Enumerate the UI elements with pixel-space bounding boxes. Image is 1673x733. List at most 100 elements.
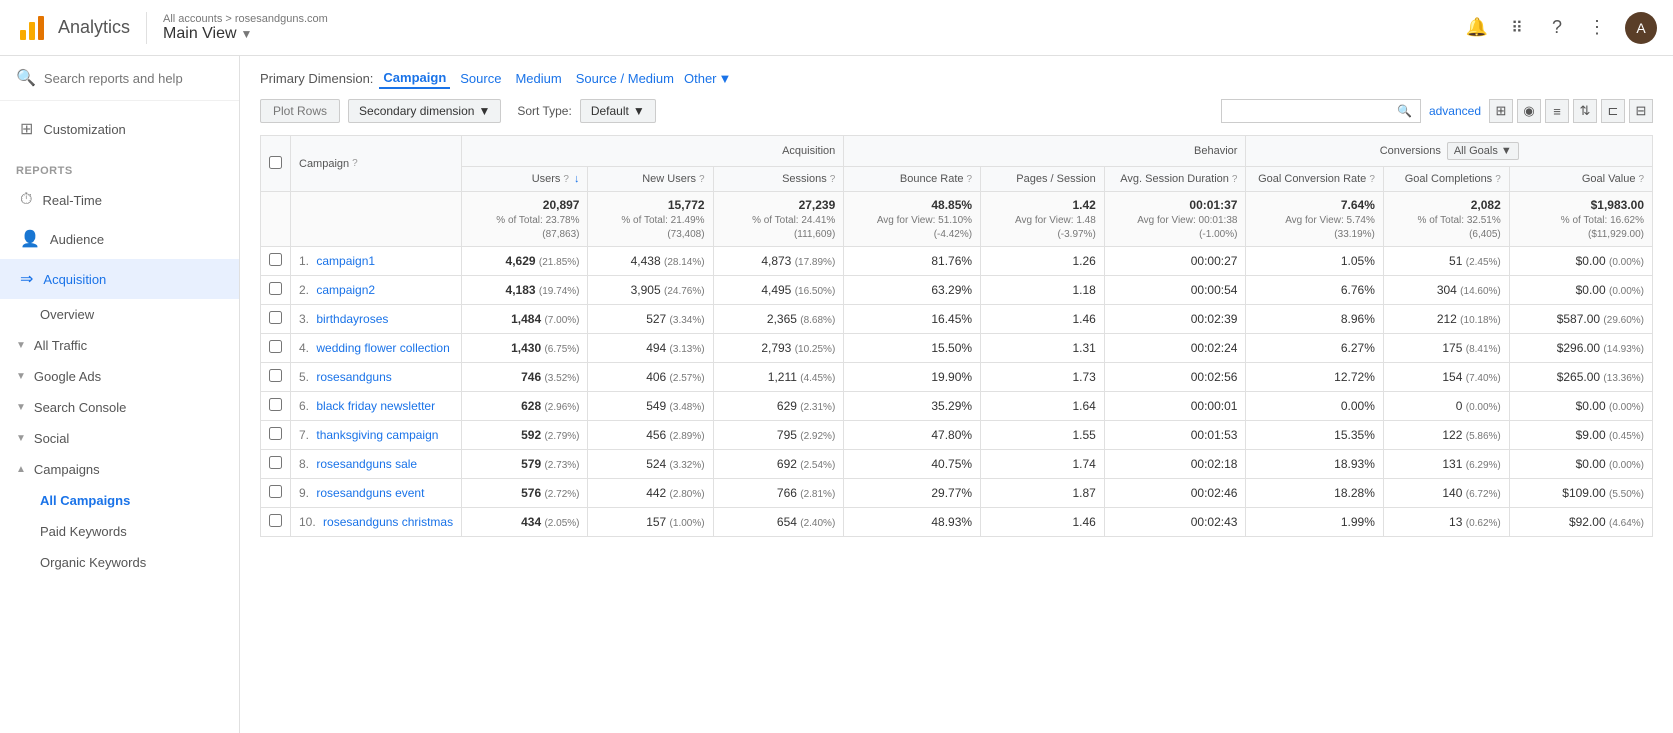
sidebar-parent-social[interactable]: ▼ Social [0, 423, 239, 454]
acquisition-icon: ⇒ [20, 269, 33, 289]
sessions-help-icon[interactable]: ? [830, 174, 836, 185]
sidebar-sub-all-campaigns[interactable]: All Campaigns [0, 485, 239, 516]
users-help-icon[interactable]: ? [563, 174, 569, 185]
row-checkbox-0[interactable] [269, 253, 282, 266]
campaign-cell-0: 1. campaign1 [291, 247, 462, 276]
notifications-icon[interactable]: 🔔 [1465, 16, 1489, 40]
sidebar-sub-paid-keywords[interactable]: Paid Keywords [0, 516, 239, 547]
dim-tab-medium[interactable]: Medium [511, 69, 565, 88]
row-checkbox-1[interactable] [269, 282, 282, 295]
sidebar-sub-overview[interactable]: Overview [0, 299, 239, 330]
dim-tab-campaign[interactable]: Campaign [379, 68, 450, 89]
goal-conv-rate-help-icon[interactable]: ? [1369, 174, 1375, 185]
campaign-help-icon[interactable]: ? [352, 158, 358, 169]
campaigns-caret: ▲ [16, 464, 26, 475]
sidebar-parent-google-ads[interactable]: ▼ Google Ads [0, 361, 239, 392]
dim-tab-source[interactable]: Source [456, 69, 505, 88]
row-checkbox-7[interactable] [269, 456, 282, 469]
lifetime-view-icon[interactable]: ⊟ [1629, 99, 1653, 123]
user-avatar[interactable]: A [1625, 12, 1657, 44]
pages-session-cell-3: 1.31 [981, 334, 1105, 363]
pages-session-col-header: Pages / Session [981, 167, 1105, 192]
row-checkbox-9[interactable] [269, 514, 282, 527]
sort-default-button[interactable]: Default ▼ [580, 99, 656, 123]
sessions-cell-2: 2,365 (8.68%) [713, 305, 844, 334]
list-view-icon[interactable]: ≡ [1545, 99, 1569, 123]
row-checkbox-6[interactable] [269, 427, 282, 440]
advanced-link[interactable]: advanced [1429, 104, 1481, 118]
realtime-icon: ⏱ [20, 191, 32, 209]
row-checkbox-3[interactable] [269, 340, 282, 353]
pages-session-cell-5: 1.64 [981, 392, 1105, 421]
avg-session-cell-2: 00:02:39 [1104, 305, 1246, 334]
goal-completions-cell-2: 212 (10.18%) [1383, 305, 1509, 334]
goal-value-help-icon[interactable]: ? [1638, 174, 1644, 185]
sidebar-sub-organic-keywords[interactable]: Organic Keywords [0, 547, 239, 578]
campaign-cell-4: 5. rosesandguns [291, 363, 462, 392]
campaign-link-5[interactable]: black friday newsletter [316, 399, 435, 413]
row-checkbox-5[interactable] [269, 398, 282, 411]
secondary-dimension-button[interactable]: Secondary dimension ▼ [348, 99, 501, 123]
grid-view-icon[interactable]: ⊞ [1489, 99, 1513, 123]
sidebar-parent-search-console[interactable]: ▼ Search Console [0, 392, 239, 423]
new-users-cell-1: 3,905 (24.76%) [588, 276, 713, 305]
goal-value-cell-1: $0.00 (0.00%) [1509, 276, 1652, 305]
row-checkbox-cell-2 [261, 305, 291, 334]
dim-tab-source-medium[interactable]: Source / Medium [572, 69, 678, 88]
more-options-icon[interactable]: ⋮ [1585, 16, 1609, 40]
goal-conv-rate-cell-7: 18.93% [1246, 450, 1383, 479]
sidebar-parent-all-traffic[interactable]: ▼ All Traffic [0, 330, 239, 361]
plot-rows-button[interactable]: Plot Rows [260, 99, 340, 123]
pages-session-cell-9: 1.46 [981, 508, 1105, 537]
campaign-link-0[interactable]: campaign1 [316, 254, 375, 268]
campaign-link-9[interactable]: rosesandguns christmas [323, 515, 453, 529]
select-all-checkbox[interactable] [269, 156, 282, 169]
table-row: 9. rosesandguns event 576 (2.72%) 442 (2… [261, 479, 1653, 508]
campaign-link-8[interactable]: rosesandguns event [316, 486, 424, 500]
sessions-col-header: Sessions ? [713, 167, 844, 192]
campaign-link-1[interactable]: campaign2 [316, 283, 375, 297]
row-checkbox-8[interactable] [269, 485, 282, 498]
help-icon[interactable]: ? [1545, 16, 1569, 40]
sidebar-item-realtime[interactable]: ⏱ Real-Time [0, 181, 239, 219]
apps-icon[interactable]: ⠿ [1505, 16, 1529, 40]
goal-conv-rate-cell-4: 12.72% [1246, 363, 1383, 392]
goal-conv-rate-cell-5: 0.00% [1246, 392, 1383, 421]
sidebar-item-audience[interactable]: 👤 Audience [0, 219, 239, 259]
sidebar-parent-campaigns[interactable]: ▲ Campaigns [0, 454, 239, 485]
row-checkbox-2[interactable] [269, 311, 282, 324]
campaign-link-3[interactable]: wedding flower collection [316, 341, 449, 355]
all-goals-selector[interactable]: All Goals ▼ [1447, 142, 1519, 160]
new-users-cell-7: 524 (3.32%) [588, 450, 713, 479]
bounce-rate-help-icon[interactable]: ? [967, 174, 973, 185]
campaign-link-6[interactable]: thanksgiving campaign [316, 428, 438, 442]
dim-tab-other[interactable]: Other ▼ [684, 71, 731, 86]
avg-session-help-icon[interactable]: ? [1232, 174, 1238, 185]
row-num-7: 8. [299, 457, 309, 471]
goal-conv-rate-cell-6: 15.35% [1246, 421, 1383, 450]
logo-area: Analytics [16, 12, 147, 44]
campaign-link-7[interactable]: rosesandguns sale [316, 457, 417, 471]
avg-session-cell-9: 00:02:43 [1104, 508, 1246, 537]
row-checkbox-cell-8 [261, 479, 291, 508]
view-selector[interactable]: Main View ▼ [163, 25, 328, 43]
campaign-link-4[interactable]: rosesandguns [316, 370, 391, 384]
pie-chart-icon[interactable]: ◉ [1517, 99, 1541, 123]
row-num-9: 10. [299, 515, 316, 529]
users-cell-6: 592 (2.79%) [462, 421, 588, 450]
table-search-icon[interactable]: 🔍 [1397, 104, 1412, 118]
sidebar-item-acquisition[interactable]: ⇒ Acquisition [0, 259, 239, 299]
goal-completions-help-icon[interactable]: ? [1495, 174, 1501, 185]
search-input[interactable] [44, 71, 223, 86]
row-checkbox-4[interactable] [269, 369, 282, 382]
comparison-view-icon[interactable]: ⇅ [1573, 99, 1597, 123]
goal-completions-cell-6: 122 (5.86%) [1383, 421, 1509, 450]
sidebar-item-customization[interactable]: ⊞ Customization [0, 109, 239, 149]
goal-completions-col-header: Goal Completions ? [1383, 167, 1509, 192]
campaign-link-2[interactable]: birthdayroses [316, 312, 388, 326]
new-users-help-icon[interactable]: ? [699, 174, 705, 185]
table-search-input[interactable] [1230, 104, 1397, 118]
pivot-view-icon[interactable]: ⊏ [1601, 99, 1625, 123]
other-caret-icon: ▼ [719, 71, 732, 86]
users-cell-3: 1,430 (6.75%) [462, 334, 588, 363]
